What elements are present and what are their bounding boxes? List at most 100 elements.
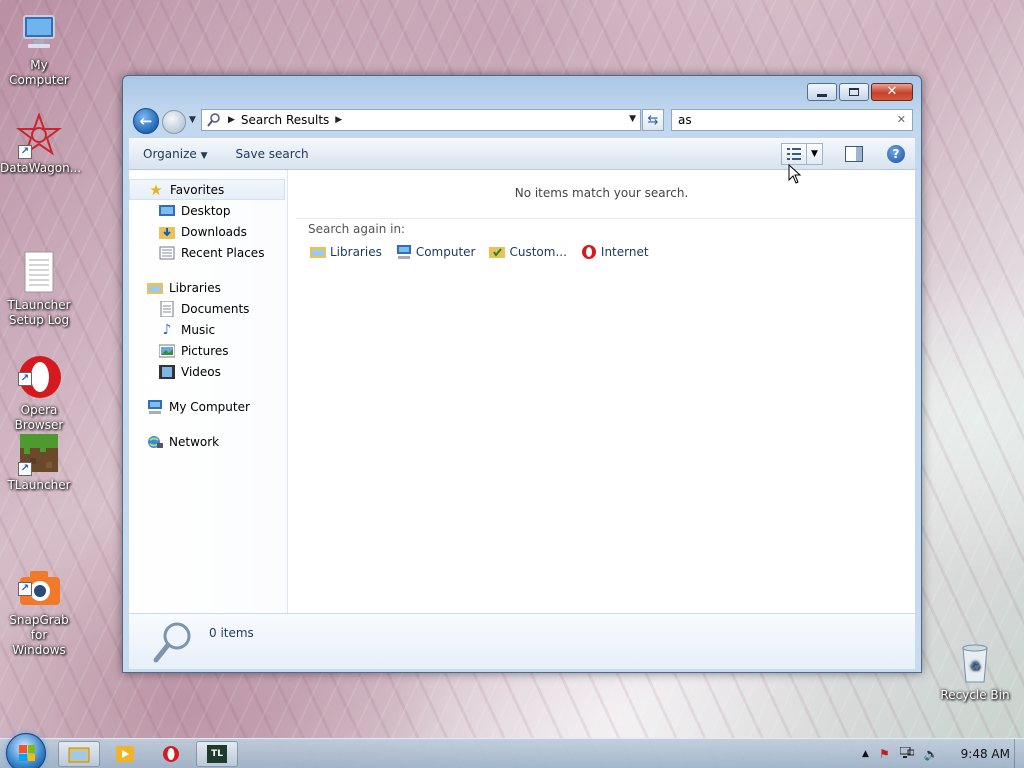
opera-icon [581,244,597,260]
show-hidden-icons-button[interactable]: ▲ [862,749,869,759]
search-again-internet[interactable]: Internet [581,244,649,260]
search-input[interactable] [678,113,878,127]
save-search-button[interactable]: Save search [222,147,323,161]
clock[interactable]: 9:48 AM [961,747,1010,761]
shortcut-arrow-icon: ↗ [18,145,32,159]
nav-pictures[interactable]: Pictures [129,340,287,361]
help-icon: ? [892,147,900,161]
grass-block-icon: ↗ [16,430,62,476]
nav-recent-places[interactable]: Recent Places [129,242,287,263]
windows-logo-icon [19,745,35,761]
explorer-window: ✕ ← ▼ ▶ Search Results ▶ ▼ ⇆ ✕ Organize … [122,75,922,673]
back-arrow-icon: ← [139,112,153,130]
start-button[interactable] [6,733,46,768]
recycle-bin-icon: ♻ [952,640,998,686]
organize-button[interactable]: Organize ▼ [129,147,222,161]
minimize-button[interactable] [807,83,837,101]
desktop-icon-label: My Computer [9,58,69,87]
desktop-icon-label: TLauncher [7,478,71,492]
desktop-icon-datawagon[interactable]: ↗ DataWagon... [0,112,82,176]
taskbar-explorer[interactable] [58,741,100,767]
action-center-icon[interactable]: ⚑ [879,747,890,761]
nav-documents[interactable]: Documents [129,298,287,319]
minimize-icon [817,93,827,97]
navigation-pane: ★ Favorites Desktop Downloads Recent Pla… [129,170,288,613]
desktop-icon-my-computer[interactable]: My Computer [0,10,78,88]
nav-downloads[interactable]: Downloads [129,221,287,242]
nav-videos[interactable]: Videos [129,361,287,382]
taskbar-tlauncher[interactable]: TL [196,741,238,767]
view-options-dropdown[interactable]: ▼ [807,143,823,165]
clear-search-icon[interactable]: ✕ [897,113,906,126]
show-desktop-button[interactable] [1014,739,1024,768]
taskbar-media-player[interactable] [104,741,146,767]
item-count: 0 items [209,626,254,640]
magnifier-icon [151,620,195,664]
navigation-bar: ← ▼ ▶ Search Results ▶ ▼ ⇆ ✕ [131,107,913,135]
text-file-icon [16,235,62,293]
computer-icon [147,399,163,415]
svg-text:♻: ♻ [970,659,981,673]
close-icon: ✕ [886,84,898,99]
datawagon-icon: ↗ [16,112,62,159]
desktop-icon-label: DataWagon... [0,161,82,175]
system-tray: ▲ ⚑ 🔈 9:48 AM [852,739,1024,768]
search-again-custom[interactable]: Custom... [489,244,567,260]
desktop-icon-snapgrab[interactable]: ↗ SnapGrab for Windows [0,535,78,673]
pictures-icon [159,343,175,359]
libraries-folder-icon [310,244,326,260]
details-view-icon [787,148,801,160]
documents-icon [159,300,175,317]
camera-icon: ↗ [16,550,62,605]
chevron-down-icon: ▼ [200,150,208,161]
search-icon [206,112,222,128]
search-again-computer[interactable]: Computer [396,244,475,260]
folder-icon [68,747,90,763]
desktop-icon-label: SnapGrab for Windows [9,613,69,657]
nav-my-computer[interactable]: My Computer [129,396,287,417]
address-history-dropdown[interactable]: ▼ [629,114,636,124]
help-button[interactable]: ? [887,145,905,163]
back-button[interactable]: ← [133,108,159,134]
breadcrumb-search-results[interactable]: Search Results [241,113,329,127]
taskbar-opera[interactable] [150,741,192,767]
refresh-button[interactable]: ⇆ [642,109,664,131]
breadcrumb-chevron-icon[interactable]: ▶ [335,115,342,125]
videos-icon [159,364,175,380]
network-status-icon[interactable] [899,746,915,762]
empty-results-message: No items match your search. [514,186,689,200]
desktop-icon-recycle-bin[interactable]: ♻ Recycle Bin [936,640,1014,703]
change-view-button[interactable] [781,143,807,165]
recent-pages-dropdown[interactable]: ▼ [189,115,196,125]
desktop-icon-label: Opera Browser [14,403,64,432]
preview-pane-button[interactable] [845,146,863,162]
desktop-icon-label: TLauncher Setup Log [7,298,71,327]
close-button[interactable]: ✕ [871,83,913,101]
search-again-label: Search again in: [308,222,406,236]
custom-folder-icon [489,244,506,260]
nav-libraries[interactable]: Libraries [129,277,287,298]
address-bar[interactable]: ▶ Search Results ▶ ▼ [201,109,641,131]
taskbar: TL ▲ ⚑ 🔈 9:48 AM [0,733,1024,768]
volume-icon[interactable]: 🔈 [924,747,939,761]
recent-places-icon [159,245,175,261]
music-note-icon: ♪ [162,321,172,338]
search-again-libraries[interactable]: Libraries [310,244,382,260]
maximize-button[interactable] [839,83,869,101]
breadcrumb-chevron-icon[interactable]: ▶ [228,115,235,125]
nav-music[interactable]: ♪ Music [129,319,287,340]
refresh-icon: ⇆ [647,112,659,128]
desktop-icon-tlauncher[interactable]: ↗ TLauncher [0,430,78,493]
mouse-cursor-icon [788,163,802,187]
nav-network[interactable]: Network [129,431,287,452]
content-area: ★ Favorites Desktop Downloads Recent Pla… [129,163,915,613]
forward-button[interactable] [162,110,186,134]
nav-favorites[interactable]: ★ Favorites [129,179,285,200]
preview-pane-icon [856,147,862,161]
nav-desktop[interactable]: Desktop [129,200,287,221]
opera-icon [163,746,179,762]
search-box[interactable]: ✕ [671,109,913,131]
desktop-icon-label: Recycle Bin [940,688,1010,702]
computer-icon [16,10,62,56]
file-list-area: No items match your search. Search again… [288,163,915,613]
